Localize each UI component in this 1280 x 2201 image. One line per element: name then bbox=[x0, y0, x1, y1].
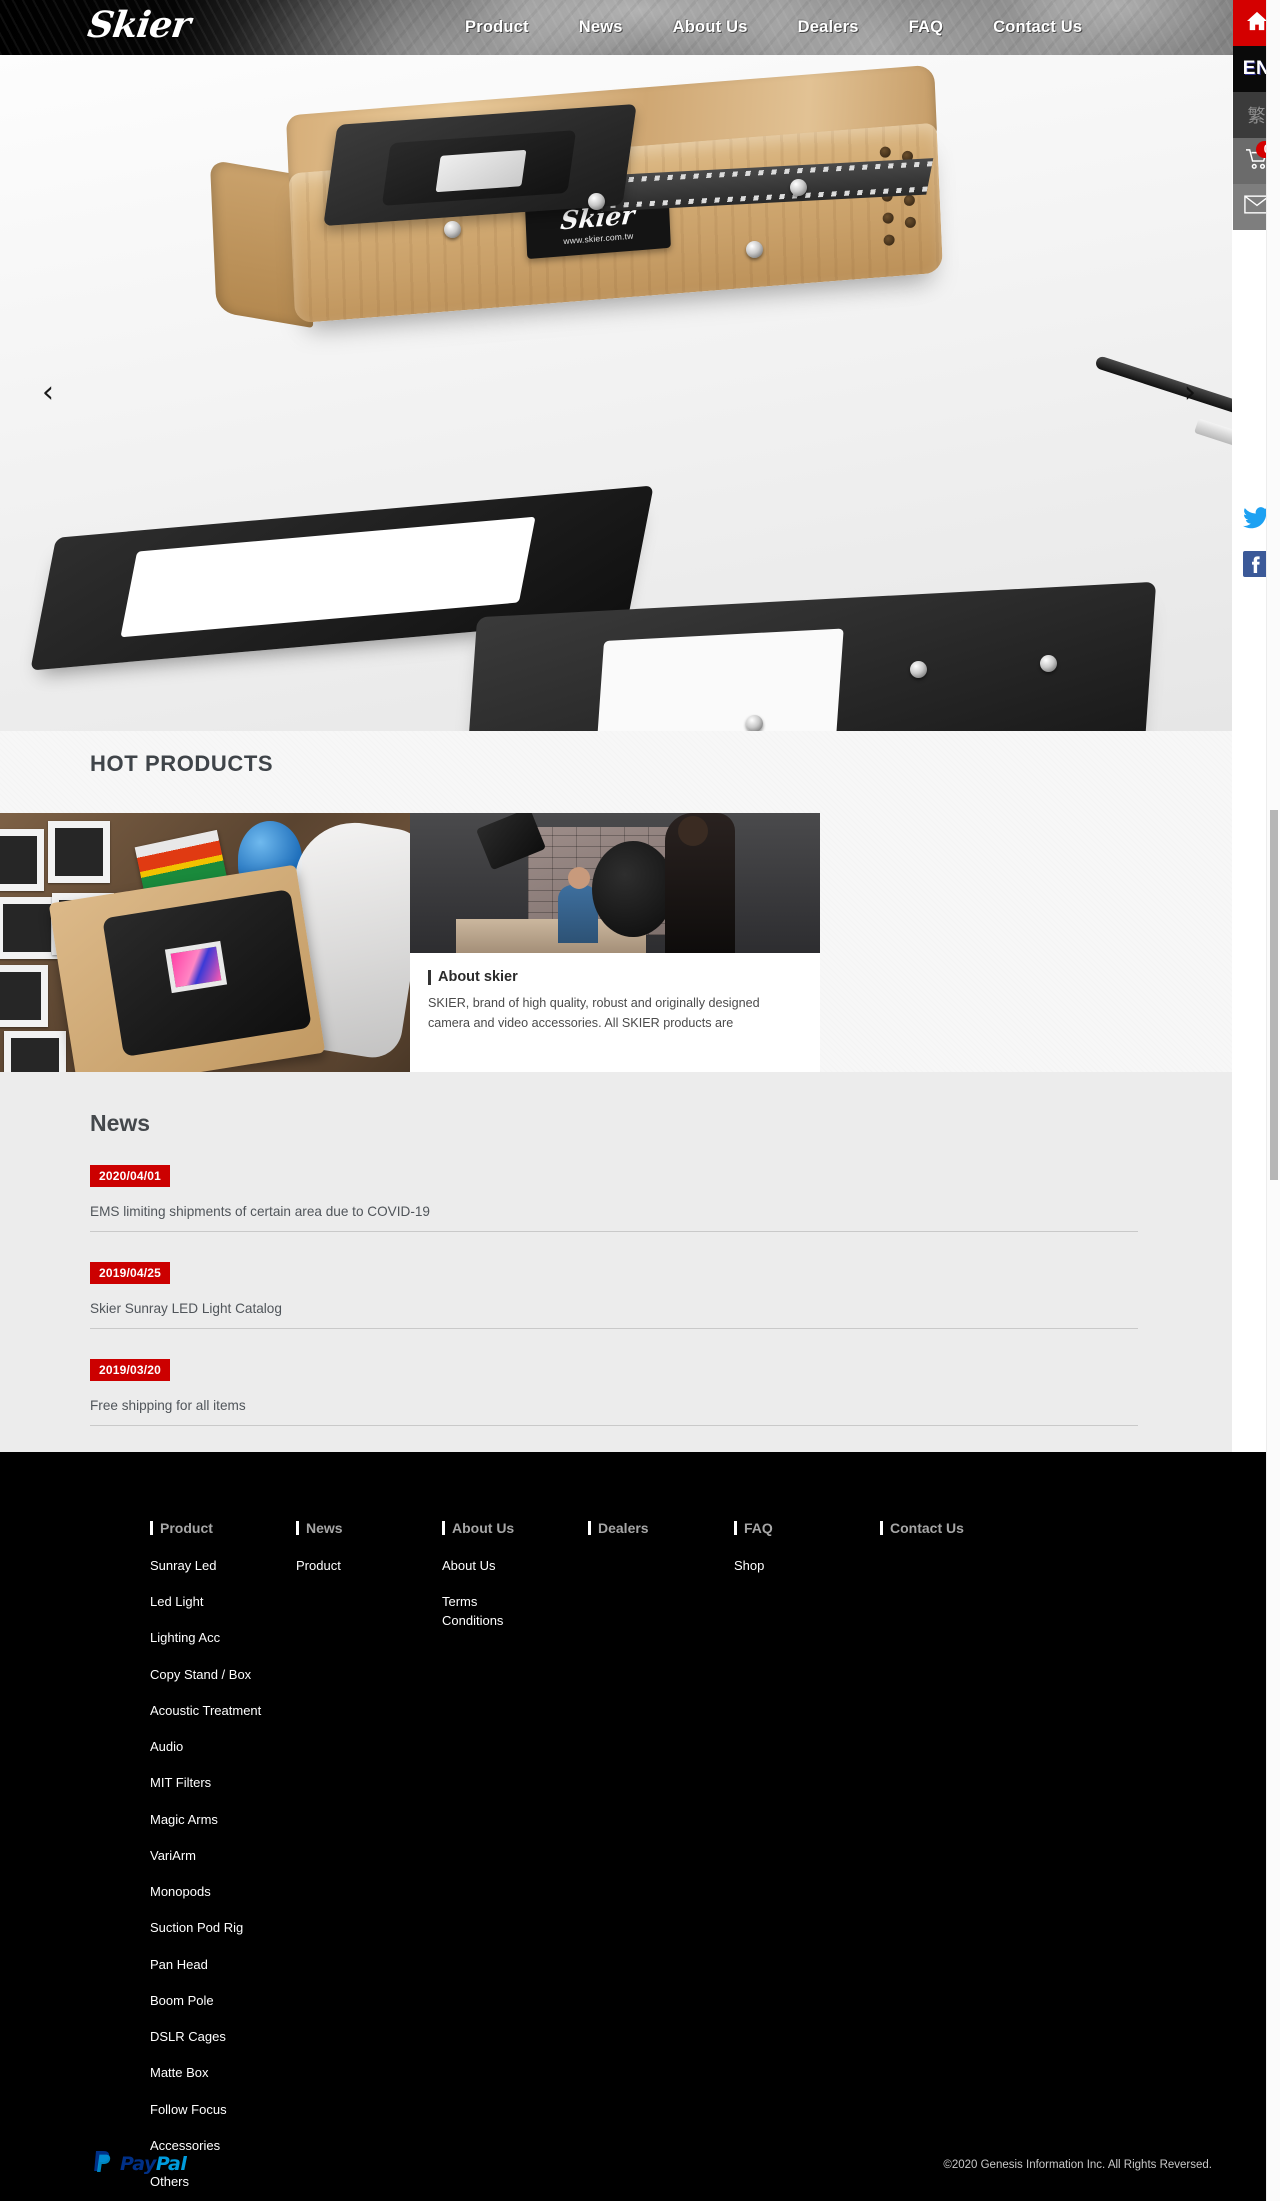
news-section: News 2020/04/01 EMS limiting shipments o… bbox=[0, 1072, 1232, 1452]
hero-carousel[interactable]: Skier www.skier.com.tw ‹ › bbox=[0, 55, 1232, 731]
footer-heading-contact-us[interactable]: Contact Us bbox=[880, 1520, 1026, 1536]
heading-accent-bar bbox=[296, 1521, 299, 1535]
footer-link[interactable]: DSLR Cages bbox=[150, 2027, 296, 2046]
footer-link[interactable]: Pan Head bbox=[150, 1955, 296, 1974]
nav-item-product[interactable]: Product bbox=[440, 18, 554, 37]
footer-column-faq: FAQ Shop bbox=[734, 1520, 880, 2201]
footer-heading-label: About Us bbox=[452, 1520, 515, 1536]
main-navigation: Product News About Us Dealers FAQ Contac… bbox=[440, 0, 1107, 55]
heading-accent-bar bbox=[734, 1521, 737, 1535]
footer-heading-label: Dealers bbox=[598, 1520, 649, 1536]
news-date-badge: 2019/03/20 bbox=[90, 1359, 171, 1381]
hot-products-section: HOT PRODUCTS About skier SKIER, brand of… bbox=[0, 731, 1232, 1072]
news-headline[interactable]: EMS limiting shipments of certain area d… bbox=[90, 1204, 1138, 1219]
heading-accent-bar bbox=[428, 969, 431, 985]
site-logo[interactable]: Skier bbox=[85, 4, 192, 46]
hero-product-image: Skier www.skier.com.tw bbox=[0, 55, 1232, 731]
footer-link[interactable]: Audio bbox=[150, 1737, 296, 1756]
footer-link[interactable]: Monopods bbox=[150, 1882, 296, 1901]
footer-heading-dealers[interactable]: Dealers bbox=[588, 1520, 734, 1536]
nav-item-news[interactable]: News bbox=[554, 18, 648, 37]
nav-item-contact-us[interactable]: Contact Us bbox=[968, 18, 1107, 37]
news-item[interactable]: 2020/04/01 EMS limiting shipments of cer… bbox=[90, 1165, 1138, 1232]
home-icon bbox=[1246, 11, 1268, 36]
nav-item-about-us[interactable]: About Us bbox=[648, 18, 773, 37]
footer-link[interactable]: About Us bbox=[442, 1556, 588, 1575]
footer-column-news: News Product bbox=[296, 1520, 442, 2201]
footer-heading-about-us[interactable]: About Us bbox=[442, 1520, 588, 1536]
about-skier-body: SKIER, brand of high quality, robust and… bbox=[428, 996, 760, 1031]
footer-link[interactable]: VariArm bbox=[150, 1846, 296, 1865]
footer-link[interactable]: Product bbox=[296, 1556, 442, 1575]
footer-heading-label: Contact Us bbox=[890, 1520, 964, 1536]
news-title: News bbox=[90, 1110, 151, 1136]
paypal-pal: Pal bbox=[155, 2152, 187, 2175]
paypal-logo[interactable]: PayPal bbox=[90, 2148, 187, 2179]
carousel-prev-button[interactable]: ‹ bbox=[26, 371, 70, 415]
hot-products-title: HOT PRODUCTS bbox=[90, 751, 274, 776]
footer-link[interactable]: Matte Box bbox=[150, 2063, 296, 2082]
footer-link[interactable]: Acoustic Treatment bbox=[150, 1701, 296, 1720]
heading-accent-bar bbox=[442, 1521, 445, 1535]
news-date-badge: 2019/04/25 bbox=[90, 1262, 171, 1284]
nav-item-dealers[interactable]: Dealers bbox=[773, 18, 884, 37]
hot-product-card-about[interactable]: About skier SKIER, brand of high quality… bbox=[410, 813, 820, 1072]
footer-link[interactable]: Terms Conditions bbox=[442, 1592, 516, 1630]
footer-link[interactable]: Led Light bbox=[150, 1592, 296, 1611]
about-skier-card: About skier SKIER, brand of high quality… bbox=[410, 953, 820, 1072]
footer-column-product: Product Sunray Led Led Light Lighting Ac… bbox=[150, 1520, 296, 2201]
heading-accent-bar bbox=[150, 1521, 153, 1535]
news-date-badge: 2020/04/01 bbox=[90, 1165, 171, 1187]
footer-link[interactable]: Shop bbox=[734, 1556, 880, 1575]
copyright-text: ©2020 Genesis Information Inc. All Right… bbox=[943, 2159, 1212, 2171]
footer-link[interactable]: MIT Filters bbox=[150, 1773, 296, 1792]
carousel-next-button[interactable]: › bbox=[1168, 371, 1212, 415]
page-scrollbar[interactable] bbox=[1266, 0, 1280, 2201]
heading-accent-bar bbox=[588, 1521, 591, 1535]
nav-item-faq[interactable]: FAQ bbox=[884, 18, 969, 37]
about-skier-heading: About skier bbox=[438, 969, 518, 985]
about-skier-heading-row: About skier bbox=[428, 969, 802, 985]
footer-heading-label: Product bbox=[160, 1520, 213, 1536]
footer-link[interactable]: Sunray Led bbox=[150, 1556, 296, 1575]
studio-photo bbox=[410, 813, 820, 953]
footer-link[interactable]: Lighting Acc bbox=[150, 1628, 296, 1647]
footer-heading-label: FAQ bbox=[744, 1520, 773, 1536]
news-headline[interactable]: Free shipping for all items bbox=[90, 1398, 1138, 1413]
footer-heading-faq[interactable]: FAQ bbox=[734, 1520, 880, 1536]
news-list: 2020/04/01 EMS limiting shipments of cer… bbox=[90, 1165, 1138, 1456]
paypal-icon bbox=[90, 2148, 116, 2179]
scrollbar-thumb[interactable] bbox=[1270, 810, 1278, 1180]
footer-heading-label: News bbox=[306, 1520, 343, 1536]
footer-column-dealers: Dealers bbox=[588, 1520, 734, 2201]
site-header: Skier Product News About Us Dealers FAQ … bbox=[0, 0, 1252, 55]
news-headline[interactable]: Skier Sunray LED Light Catalog bbox=[90, 1301, 1138, 1316]
footer-link[interactable]: Follow Focus bbox=[150, 2100, 296, 2119]
heading-accent-bar bbox=[880, 1521, 883, 1535]
site-footer: Product Sunray Led Led Light Lighting Ac… bbox=[0, 1452, 1280, 2201]
footer-heading-product[interactable]: Product bbox=[150, 1520, 296, 1536]
footer-link[interactable]: Copy Stand / Box bbox=[150, 1665, 296, 1684]
news-item[interactable]: 2019/04/25 Skier Sunray LED Light Catalo… bbox=[90, 1262, 1138, 1329]
page-root: Skier Product News About Us Dealers FAQ … bbox=[0, 0, 1280, 2201]
paypal-wordmark: PayPal bbox=[120, 2152, 187, 2175]
footer-column-contact-us: Contact Us bbox=[880, 1520, 1026, 2201]
footer-column-about-us: About Us About Us Terms Conditions bbox=[442, 1520, 588, 2201]
news-item[interactable]: 2019/03/20 Free shipping for all items bbox=[90, 1359, 1138, 1426]
paypal-pay: Pay bbox=[120, 2152, 156, 2175]
footer-link[interactable]: Magic Arms bbox=[150, 1810, 296, 1829]
hot-product-card-film[interactable] bbox=[0, 813, 410, 1072]
footer-heading-news[interactable]: News bbox=[296, 1520, 442, 1536]
language-tw-label: 繁 bbox=[1247, 106, 1266, 127]
hot-products-cards: About skier SKIER, brand of high quality… bbox=[0, 813, 820, 1072]
footer-link[interactable]: Boom Pole bbox=[150, 1991, 296, 2010]
footer-link[interactable]: Suction Pod Rig bbox=[150, 1918, 296, 1937]
footer-columns: Product Sunray Led Led Light Lighting Ac… bbox=[150, 1520, 1026, 2201]
